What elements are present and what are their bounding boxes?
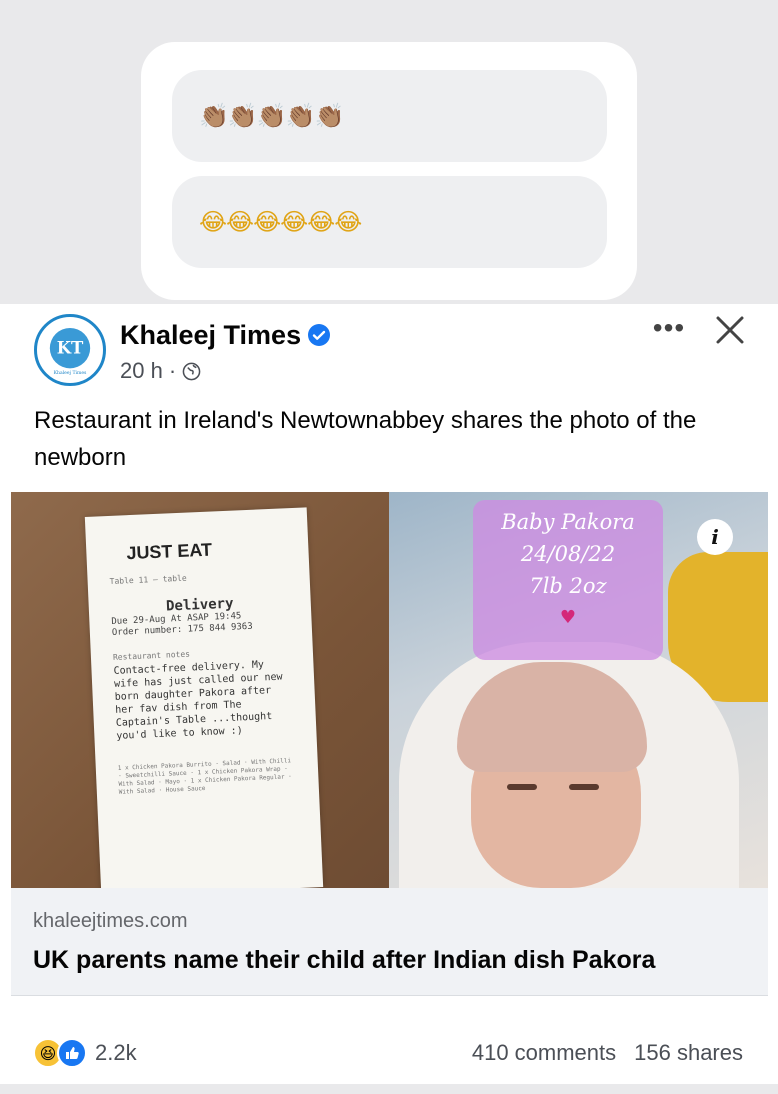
meta-separator: · (168, 358, 177, 383)
comment-bubble-clap[interactable]: 👏🏽👏🏽👏🏽👏🏽👏🏽 (172, 70, 607, 162)
post-image[interactable]: JUST EAT Table 11 — table Delivery Due 2… (11, 492, 768, 888)
post-meta: 20 h · (120, 358, 201, 384)
reaction-summary[interactable]: 😆 2.2k (33, 1038, 137, 1068)
reaction-count: 2.2k (95, 1040, 137, 1065)
birth-card-overlay: Baby Pakora 24/08/22 7lb 2oz ♥ (473, 500, 663, 660)
heart-icon: ♥ (559, 607, 577, 628)
like-reaction-icon (57, 1038, 87, 1068)
receipt-items: 1 x Chicken Pakora Burrito · Salad · Wit… (117, 757, 292, 796)
receipt: JUST EAT Table 11 — table Delivery Due 2… (84, 507, 324, 888)
engagement-stats: 410 comments 156 shares (472, 1040, 743, 1066)
info-icon[interactable]: i (697, 519, 733, 555)
comment-thread-background: 👏🏽👏🏽👏🏽👏🏽👏🏽 😂😂😂😂😂😂 (0, 0, 778, 304)
receipt-note: Contact-free delivery. My wife has just … (113, 659, 283, 742)
receipt-brand: JUST EAT (126, 539, 213, 564)
comment-bubble-laugh[interactable]: 😂😂😂😂😂😂 (172, 176, 607, 268)
overlay-date: 24/08/22 (520, 542, 616, 566)
share-count[interactable]: 156 shares (634, 1040, 743, 1066)
more-options-icon[interactable]: ••• (648, 312, 690, 344)
comment-card: 👏🏽👏🏽👏🏽👏🏽👏🏽 😂😂😂😂😂😂 (141, 42, 637, 300)
overlay-weight: 7lb 2oz (529, 574, 607, 598)
post-time[interactable]: 20 h (120, 358, 163, 384)
link-domain: khaleejtimes.com (33, 910, 188, 932)
baby-eye-left (507, 784, 537, 790)
svg-text:Khaleej Times: Khaleej Times (54, 370, 87, 376)
svg-text:KT: KT (57, 339, 84, 358)
receipt-photo: JUST EAT Table 11 — table Delivery Due 2… (11, 492, 389, 888)
page-avatar[interactable]: KT Khaleej Times (34, 314, 106, 386)
link-preview[interactable]: khaleejtimes.com UK parents name their c… (11, 888, 768, 996)
link-headline: UK parents name their child after Indian… (33, 946, 656, 974)
overlay-name: Baby Pakora (501, 510, 635, 534)
globe-icon (182, 362, 201, 380)
close-icon[interactable] (712, 312, 748, 348)
verified-badge-icon (308, 324, 330, 346)
page-name[interactable]: Khaleej Times (120, 320, 301, 351)
receipt-table: Table 11 — table (109, 573, 187, 586)
bottom-divider (0, 1084, 778, 1094)
khaleej-times-logo: KT Khaleej Times (38, 318, 102, 382)
comment-count[interactable]: 410 comments (472, 1040, 616, 1066)
baby-eye-right (569, 784, 599, 790)
post-caption: Restaurant in Ireland's Newtownabbey sha… (34, 407, 697, 471)
